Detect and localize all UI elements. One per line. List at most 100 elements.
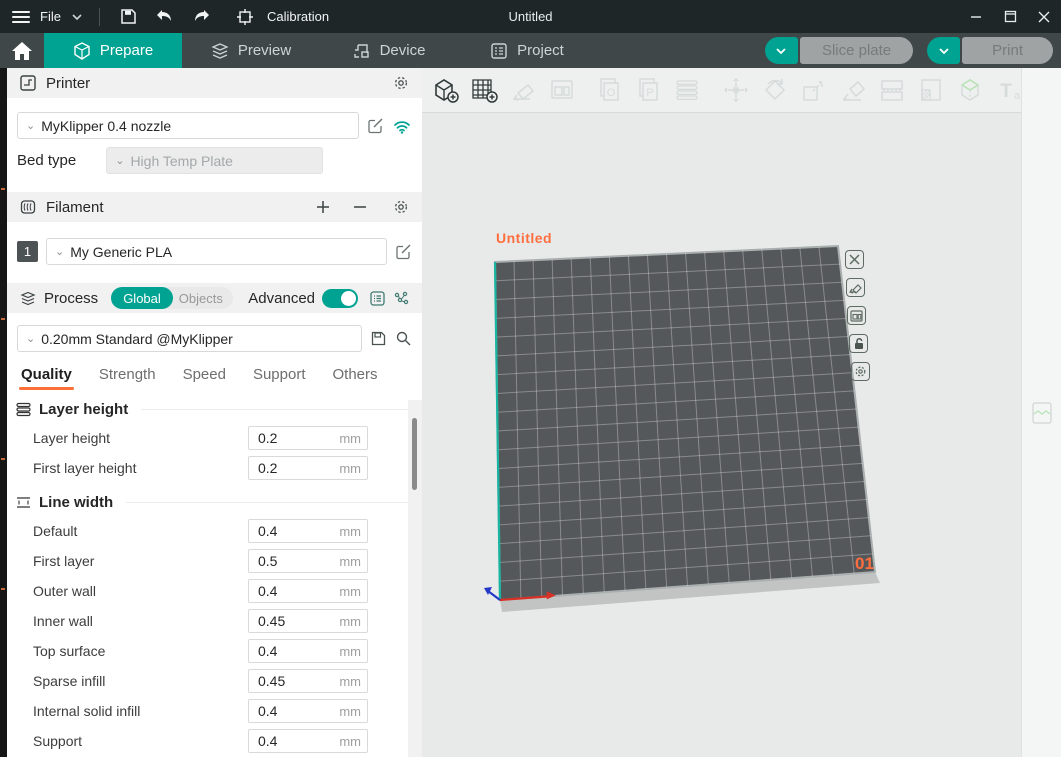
- menu-icon[interactable]: [12, 11, 30, 23]
- calibration-label[interactable]: Calibration: [267, 9, 329, 24]
- default-line-width-input[interactable]: 0.4mm: [248, 519, 368, 543]
- scrollbar-thumb[interactable]: [412, 418, 417, 490]
- tab-quality[interactable]: Quality: [21, 366, 72, 390]
- filament-title: Filament: [46, 199, 104, 216]
- tab-speed[interactable]: Speed: [183, 366, 226, 390]
- redo-icon[interactable]: [188, 7, 215, 26]
- viewport-3d[interactable]: O P Ta Untitled 01: [422, 68, 1061, 757]
- orient-plate-icon[interactable]: [846, 278, 865, 297]
- internal-solid-infill-line-width-input[interactable]: 0.4mm: [248, 699, 368, 723]
- scope-global[interactable]: Global: [111, 287, 173, 309]
- home-button[interactable]: [0, 33, 44, 68]
- parameter-list-icon[interactable]: [369, 290, 386, 307]
- scale-tool-icon[interactable]: [799, 75, 829, 105]
- minimize-button[interactable]: [959, 0, 993, 33]
- tab-prepare[interactable]: Prepare: [44, 33, 182, 68]
- file-menu[interactable]: File: [40, 9, 61, 24]
- process-section-header: Process Global Objects Advanced: [7, 283, 422, 313]
- slice-plate-button[interactable]: Slice plate: [765, 37, 913, 64]
- advanced-toggle[interactable]: [322, 289, 358, 308]
- prepare-icon: [73, 42, 91, 60]
- lay-on-face-icon[interactable]: [838, 75, 868, 105]
- top-surface-line-width-input[interactable]: 0.4mm: [248, 639, 368, 663]
- printer-icon: [19, 74, 37, 92]
- seam-painting-icon[interactable]: [1029, 400, 1055, 426]
- setting-row: First layer height 0.2mm: [7, 453, 422, 483]
- toolbar-right-panel: [1021, 68, 1061, 757]
- add-plate-icon[interactable]: [469, 75, 499, 105]
- paste-icon[interactable]: P: [633, 75, 663, 105]
- support-line-width-input[interactable]: 0.4mm: [248, 729, 368, 753]
- rotate-tool-icon[interactable]: [760, 75, 790, 105]
- tab-device[interactable]: Device: [320, 33, 458, 68]
- setting-row: Support 0.4mm: [7, 726, 422, 756]
- printer-settings-icon[interactable]: [392, 74, 410, 92]
- edit-filament-icon[interactable]: [395, 243, 412, 260]
- tab-strength[interactable]: Strength: [99, 366, 156, 390]
- layer-height-input[interactable]: 0.2mm: [248, 426, 368, 450]
- slice-dropdown-icon[interactable]: [765, 37, 798, 64]
- tab-project[interactable]: Project: [458, 33, 596, 68]
- lock-plate-icon[interactable]: [849, 334, 868, 353]
- variable-layer-height-icon[interactable]: [916, 75, 946, 105]
- color-paint-icon[interactable]: [955, 75, 985, 105]
- compare-presets-icon[interactable]: [393, 290, 410, 307]
- wifi-icon[interactable]: [392, 118, 412, 134]
- chevron-down-icon[interactable]: [71, 13, 83, 21]
- tab-support[interactable]: Support: [253, 366, 306, 390]
- inner-wall-line-width-input[interactable]: 0.45mm: [248, 609, 368, 633]
- bed-type-select[interactable]: ⌄ High Temp Plate: [106, 147, 323, 174]
- save-preset-icon[interactable]: [370, 330, 387, 347]
- move-tool-icon[interactable]: [721, 75, 751, 105]
- edit-printer-icon[interactable]: [367, 117, 384, 134]
- plate-settings-icon[interactable]: [851, 362, 870, 381]
- process-icon: [19, 289, 37, 307]
- text-tool-icon[interactable]: Ta: [994, 75, 1024, 105]
- auto-orient-icon[interactable]: [508, 75, 538, 105]
- split-icon[interactable]: [877, 75, 907, 105]
- project-icon: [490, 42, 508, 60]
- svg-text:a: a: [1014, 90, 1021, 102]
- sidebar-scrollbar[interactable]: [408, 400, 422, 757]
- remove-filament-icon[interactable]: [353, 200, 367, 214]
- svg-text:P: P: [646, 87, 653, 99]
- arrange-plate-icon[interactable]: [847, 306, 866, 325]
- filament-slot-badge[interactable]: 1: [17, 241, 38, 262]
- close-button[interactable]: [1027, 0, 1061, 33]
- process-scope-toggle[interactable]: Global Objects: [111, 287, 233, 309]
- plate-name-label: Untitled: [496, 230, 552, 246]
- copy-icon[interactable]: O: [594, 75, 624, 105]
- build-plate[interactable]: [422, 68, 1061, 757]
- print-dropdown-icon[interactable]: [927, 37, 960, 64]
- delete-plate-icon[interactable]: [845, 250, 864, 269]
- setting-row: Internal solid infill 0.4mm: [7, 696, 422, 726]
- calibration-icon[interactable]: [233, 7, 257, 27]
- outer-wall-line-width-input[interactable]: 0.4mm: [248, 579, 368, 603]
- first-layer-line-width-input[interactable]: 0.5mm: [248, 549, 368, 573]
- add-filament-icon[interactable]: [316, 200, 330, 214]
- advanced-label: Advanced: [248, 290, 315, 307]
- viewport-toolbar: O P Ta: [422, 68, 1061, 113]
- process-preset-select[interactable]: ⌄ 0.20mm Standard @MyKlipper: [17, 325, 362, 352]
- filament-settings-icon[interactable]: [392, 198, 410, 216]
- sparse-infill-line-width-input[interactable]: 0.45mm: [248, 669, 368, 693]
- chevron-down-icon: ⌄: [26, 119, 35, 132]
- first-layer-height-input[interactable]: 0.2mm: [248, 456, 368, 480]
- scope-objects[interactable]: Objects: [173, 291, 233, 306]
- filament-preset-select[interactable]: ⌄ My Generic PLA: [46, 238, 387, 265]
- search-preset-icon[interactable]: [395, 330, 412, 347]
- tab-preview[interactable]: Preview: [182, 33, 320, 68]
- undo-icon[interactable]: [151, 7, 178, 26]
- maximize-button[interactable]: [993, 0, 1027, 33]
- line-width-icon: [15, 496, 32, 509]
- add-object-icon[interactable]: [430, 75, 460, 105]
- tab-others[interactable]: Others: [333, 366, 378, 390]
- printer-preset-select[interactable]: ⌄ MyKlipper 0.4 nozzle: [17, 112, 359, 139]
- arrange-icon[interactable]: [547, 75, 577, 105]
- save-icon[interactable]: [116, 6, 141, 27]
- layers-icon[interactable]: [672, 75, 702, 105]
- printer-title: Printer: [46, 75, 90, 92]
- setting-row: Top surface 0.4mm: [7, 636, 422, 666]
- print-button[interactable]: Print: [927, 37, 1053, 64]
- svg-text:O: O: [607, 87, 616, 99]
